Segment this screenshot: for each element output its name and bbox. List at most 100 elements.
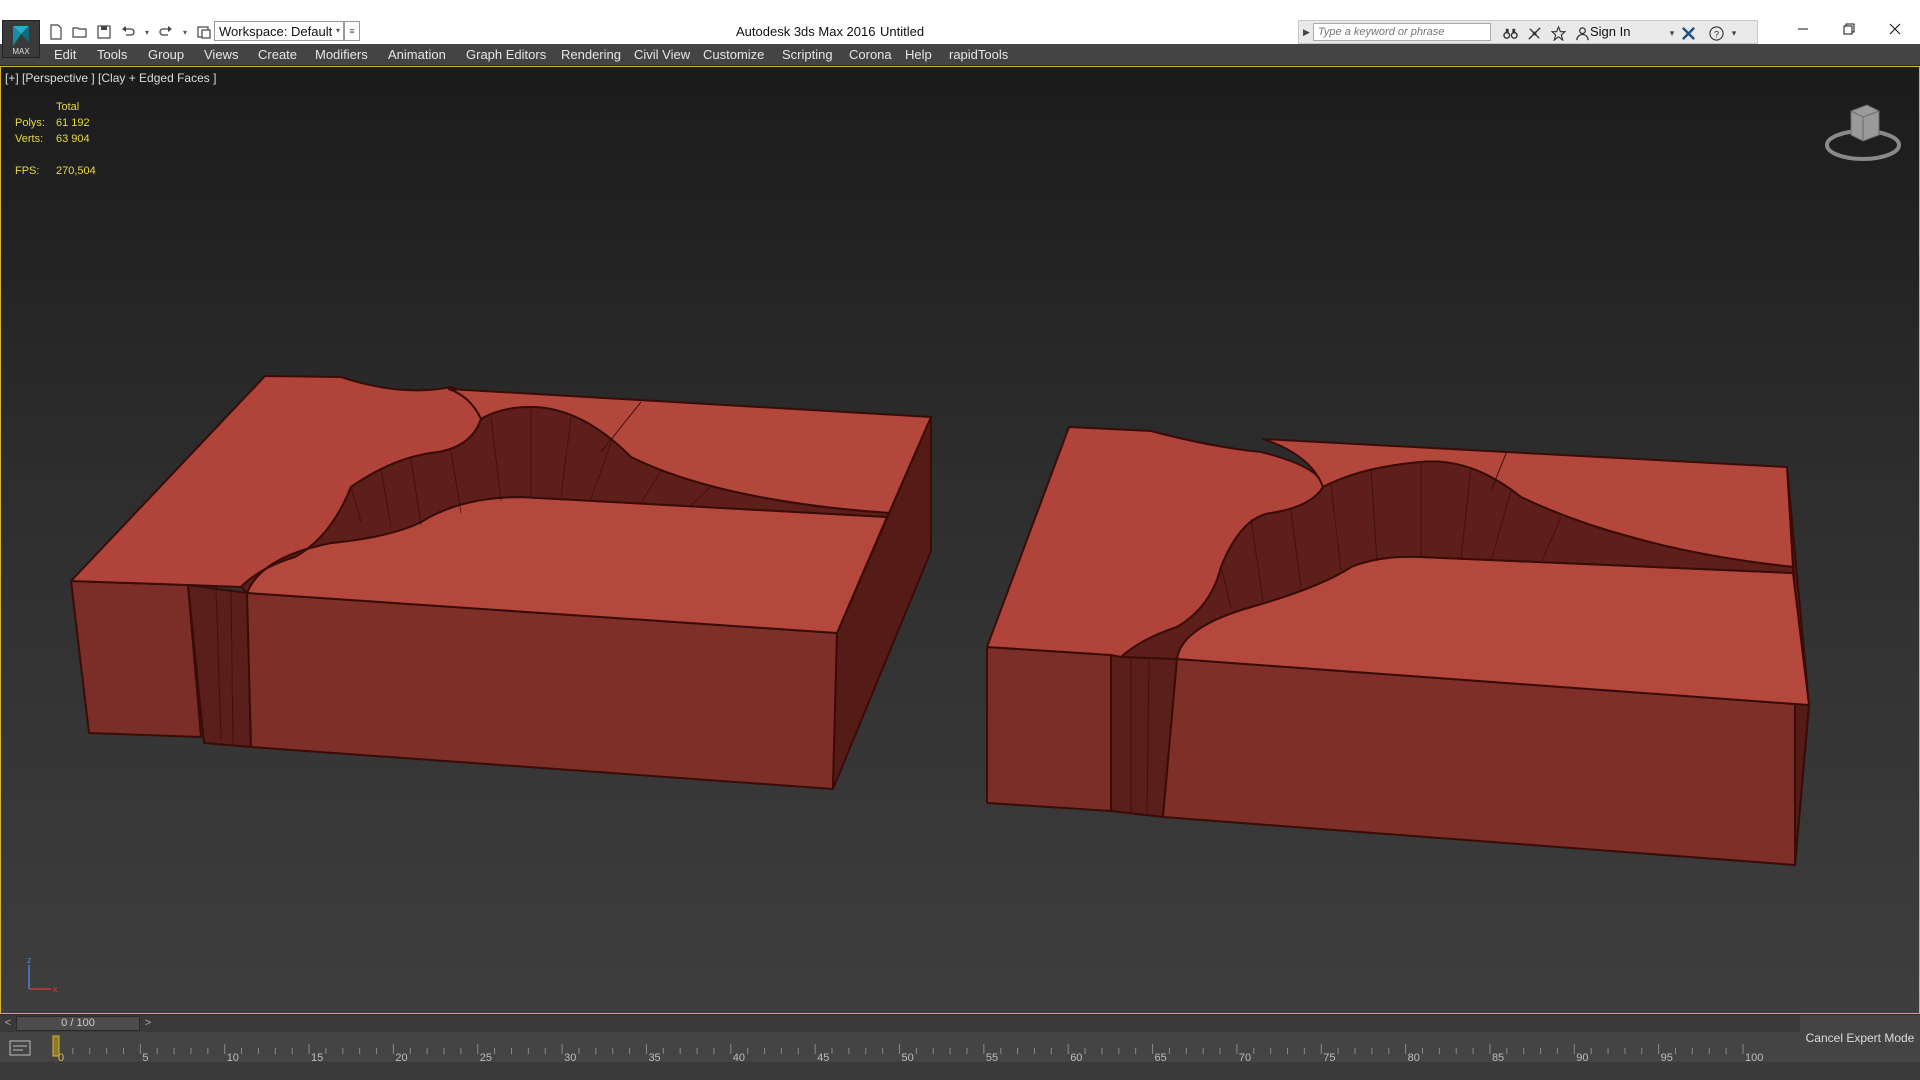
app-title: Autodesk 3ds Max 2016 <box>736 24 876 39</box>
terrain-block-left <box>70 375 932 790</box>
menu-rapidtools[interactable]: rapidTools <box>949 47 1008 62</box>
stats-polys-value: 61 192 <box>56 117 90 129</box>
time-slider-thumb[interactable]: 0 / 100 <box>16 1016 140 1031</box>
ruler-tick-label: 35 <box>648 1052 660 1062</box>
menu-rendering[interactable]: Rendering <box>561 47 621 62</box>
ruler-tick-label: 30 <box>564 1052 576 1062</box>
exchange-x-icon <box>1681 26 1695 40</box>
satellite-icon <box>1527 26 1541 40</box>
document-title: Untitled <box>880 24 925 39</box>
menu-group[interactable]: Group <box>148 47 184 62</box>
ruler-tick-label: 25 <box>480 1052 492 1062</box>
ruler-tick-label: 40 <box>733 1052 745 1062</box>
previous-frame-button[interactable]: < <box>0 1015 16 1032</box>
menu-help[interactable]: Help <box>905 47 932 62</box>
menu-create[interactable]: Create <box>258 47 297 62</box>
help-dropdown-arrow[interactable]: ▾ <box>1725 24 1743 42</box>
logo-text: MAX <box>12 47 30 56</box>
sign-in-link[interactable]: Sign In <box>1590 24 1630 39</box>
save-file-button[interactable] <box>94 22 114 42</box>
scene-render <box>70 375 1810 866</box>
track-bar[interactable]: 0 5 10 15 20 25 30 35 40 45 50 55 60 65 70 75 80 85 90 95 10… <box>0 1032 1800 1062</box>
subscription-center-button[interactable] <box>1525 24 1543 42</box>
new-scene-button[interactable] <box>46 22 66 42</box>
ruler-tick-label: 80 <box>1408 1052 1420 1062</box>
project-folder-icon <box>197 26 211 39</box>
project-folder-button[interactable] <box>194 22 214 42</box>
redo-icon <box>159 26 172 36</box>
axis-tripod-icon: z x <box>27 955 58 994</box>
ruler-tick-label: 75 <box>1323 1052 1335 1062</box>
folder-open-icon <box>72 27 87 38</box>
current-frame-marker[interactable] <box>52 1035 60 1057</box>
menu-customize[interactable]: Customize <box>703 47 764 62</box>
ruler-tick-label: 100 <box>1745 1052 1763 1062</box>
undo-icon <box>122 26 135 36</box>
undo-button[interactable] <box>118 22 138 42</box>
stats-verts-label: Verts: <box>15 133 44 145</box>
star-icon <box>1550 25 1566 41</box>
terrain-block-right <box>986 426 1810 866</box>
svg-text:?: ? <box>1713 29 1718 39</box>
frame-ruler: 0 5 10 15 20 25 30 35 40 45 50 55 60 65 70 75 80 85 90 95 10… <box>52 1035 1763 1062</box>
time-slider[interactable]: < 0 / 100 > <box>0 1015 1800 1032</box>
stats-fps-label: FPS: <box>15 165 40 177</box>
next-frame-button[interactable]: > <box>140 1015 156 1032</box>
ruler-tick-label: 10 <box>227 1052 239 1062</box>
ruler-tick-label: 55 <box>986 1052 998 1062</box>
search-button[interactable] <box>1501 24 1519 42</box>
autodesk-exchange-button[interactable] <box>1679 24 1697 42</box>
perspective-viewport[interactable]: [+] [Perspective ] [Clay + Edged Faces ]… <box>0 66 1920 1014</box>
viewport-label-menu[interactable]: [+] [Perspective ] [Clay + Edged Faces ] <box>5 71 216 85</box>
application-menu-button[interactable]: MAX <box>2 20 40 58</box>
restore-button[interactable] <box>1826 14 1872 44</box>
menu-animation[interactable]: Animation <box>388 47 446 62</box>
workspace-value: Workspace: Default <box>219 24 333 39</box>
restore-icon <box>1843 23 1855 35</box>
axis-x-label: x <box>53 984 58 994</box>
help-button[interactable]: ? <box>1707 24 1725 42</box>
status-bar <box>0 1062 1920 1080</box>
redo-button[interactable] <box>156 22 176 42</box>
ruler-tick-label: 15 <box>311 1052 323 1062</box>
viewcube-widget[interactable] <box>1823 97 1903 167</box>
infocenter-toolbar: ▶ ▾ ? ▾ <box>1298 20 1758 44</box>
menu-modifiers[interactable]: Modifiers <box>315 47 368 62</box>
menu-views[interactable]: Views <box>204 47 238 62</box>
minimize-button[interactable] <box>1780 14 1826 44</box>
ruler-tick-label: 70 <box>1239 1052 1251 1062</box>
close-icon <box>1889 23 1901 35</box>
menu-tools[interactable]: Tools <box>97 47 127 62</box>
menu-graph-editors[interactable]: Graph Editors <box>466 47 546 62</box>
open-file-button[interactable] <box>70 22 90 42</box>
ruler-tick-label: 90 <box>1576 1052 1588 1062</box>
search-input[interactable] <box>1313 23 1491 41</box>
menu-scripting[interactable]: Scripting <box>782 47 833 62</box>
user-account-icon[interactable] <box>1573 24 1591 42</box>
binoculars-icon <box>1502 28 1518 39</box>
menu-edit[interactable]: Edit <box>54 47 76 62</box>
redo-dropdown-arrow[interactable]: ▾ <box>180 22 190 42</box>
axis-z-label: z <box>27 955 32 965</box>
undo-dropdown-arrow[interactable]: ▾ <box>142 22 152 42</box>
menu-corona[interactable]: Corona <box>849 47 892 62</box>
workspace-dropdown[interactable]: Workspace: Default ▾ <box>214 21 344 41</box>
cancel-expert-mode-button[interactable]: Cancel Expert Mode <box>1800 1015 1920 1062</box>
collapse-arrow-icon[interactable]: ▶ <box>1303 27 1310 38</box>
viewcube-cube-icon <box>1850 104 1880 142</box>
customize-toolbar-button[interactable]: ≡ <box>344 21 360 41</box>
help-question-icon: ? <box>1708 25 1724 41</box>
menu-bar: Edit Tools Group Views Create Modifiers … <box>0 44 1920 66</box>
stats-fps-value: 270,504 <box>56 165 96 177</box>
ruler-tick-label: 60 <box>1070 1052 1082 1062</box>
new-file-icon <box>50 24 62 40</box>
stats-verts-value: 63 904 <box>56 133 90 145</box>
user-icon <box>1575 26 1589 40</box>
title-bar: MAX ▾ ▾ Workspace: Default ▾ ≡ Autodesk … <box>0 0 1920 58</box>
menu-civil-view[interactable]: Civil View <box>634 47 690 62</box>
stats-polys-label: Polys: <box>15 117 45 129</box>
favorites-button[interactable] <box>1549 24 1567 42</box>
quick-access-toolbar: ▾ ▾ <box>46 21 214 43</box>
stats-total-label: Total <box>56 101 80 113</box>
close-button[interactable] <box>1872 14 1918 44</box>
